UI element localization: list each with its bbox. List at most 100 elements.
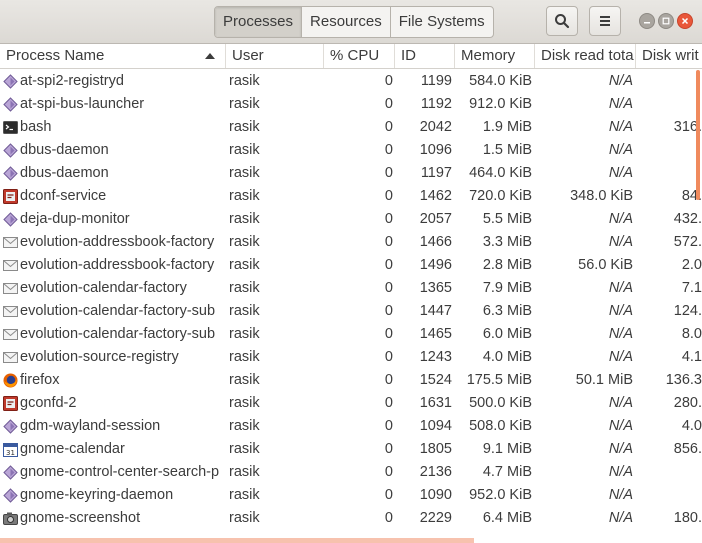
process-disk-write — [638, 139, 702, 162]
menu-button[interactable] — [589, 6, 621, 36]
tab-processes[interactable]: Processes — [215, 7, 302, 37]
process-cpu: 0 — [384, 303, 393, 319]
process-user: rasik — [229, 119, 260, 135]
process-user: rasik — [229, 280, 260, 296]
tab-file-systems[interactable]: File Systems — [389, 7, 493, 37]
process-name: evolution-calendar-factory-sub — [20, 303, 216, 319]
process-id: 2136 — [419, 464, 452, 480]
process-id: 2057 — [419, 211, 452, 227]
process-memory: 720.0 KiB — [469, 188, 532, 204]
diamond-app-icon — [3, 143, 18, 158]
process-user: rasik — [229, 257, 260, 273]
process-user: rasik — [229, 372, 260, 388]
process-cpu: 0 — [384, 165, 393, 181]
diamond-app-icon — [3, 212, 18, 227]
process-disk-write — [638, 93, 702, 116]
process-row[interactable]: deja-dup-monitor rasik 0 2057 5.5 MiB N/A 432. — [0, 208, 702, 231]
firefox-icon — [3, 373, 18, 388]
process-disk-write: 180. — [673, 510, 702, 526]
process-name: firefox — [20, 372, 60, 388]
process-row[interactable]: bash rasik 0 2042 1.9 MiB N/A 316. — [0, 116, 702, 139]
process-row[interactable]: evolution-addressbook-factory rasik 0 1496 2… — [0, 254, 702, 277]
process-user: rasik — [229, 510, 260, 526]
process-row[interactable]: at-spi-bus-launcher rasik 0 1192 912.0 KiB N/… — [0, 93, 702, 116]
process-memory: 6.0 MiB — [482, 326, 532, 342]
process-row[interactable]: gconfd-2 rasik 0 1631 500.0 KiB N/A 280. — [0, 392, 702, 415]
process-row[interactable]: firefox rasik 0 1524 175.5 MiB 50.1 MiB 136.3 — [0, 369, 702, 392]
process-disk-read: 348.0 KiB — [570, 188, 633, 204]
process-name: gnome-calendar — [20, 441, 125, 457]
process-row[interactable]: gnome-screenshot rasik 0 2229 6.4 MiB N/A 180. — [0, 507, 702, 530]
search-button[interactable] — [546, 6, 578, 36]
process-memory: 464.0 KiB — [469, 165, 532, 181]
diamond-app-icon — [3, 488, 18, 503]
process-id: 1805 — [419, 441, 452, 457]
column-disk-read[interactable]: Disk read tota — [535, 44, 636, 68]
process-disk-read: 50.1 MiB — [575, 372, 633, 388]
process-disk-write: 4.0 — [681, 418, 702, 434]
process-row[interactable]: dbus-daemon rasik 0 1096 1.5 MiB N/A — [0, 139, 702, 162]
column-id[interactable]: ID — [395, 44, 455, 68]
process-row[interactable]: evolution-calendar-factory rasik 0 1365 7.9 … — [0, 277, 702, 300]
column-id-label: ID — [401, 47, 416, 64]
process-cpu: 0 — [384, 464, 393, 480]
minimize-button[interactable] — [639, 13, 655, 29]
process-user: rasik — [229, 418, 260, 434]
column-disk-write[interactable]: Disk writ — [636, 44, 702, 68]
process-name: evolution-calendar-factory — [20, 280, 187, 296]
process-memory: 1.5 MiB — [482, 142, 532, 158]
process-id: 1197 — [420, 165, 452, 181]
process-row[interactable]: gdm-wayland-session rasik 0 1094 508.0 KiB N/… — [0, 415, 702, 438]
process-id: 1192 — [420, 96, 452, 112]
process-row[interactable]: evolution-addressbook-factory rasik 0 1466 3… — [0, 231, 702, 254]
close-icon — [681, 17, 689, 25]
process-cpu: 0 — [384, 418, 393, 434]
column-process-name-label: Process Name — [6, 47, 105, 64]
process-row[interactable]: 31 gnome-calendar rasik 0 1805 9.1 MiB N/A 856. — [0, 438, 702, 461]
tab-resources[interactable]: Resources — [301, 7, 390, 37]
process-memory: 2.8 MiB — [482, 257, 532, 273]
close-button[interactable] — [677, 13, 693, 29]
process-cpu: 0 — [384, 142, 393, 158]
process-id: 1447 — [419, 303, 452, 319]
process-row[interactable]: evolution-calendar-factory-sub rasik 0 1465… — [0, 323, 702, 346]
column-user[interactable]: User — [226, 44, 324, 68]
process-row[interactable]: gnome-control-center-search-p rasik 0 2136 4… — [0, 461, 702, 484]
process-memory: 4.0 MiB — [482, 349, 532, 365]
process-id: 2229 — [419, 510, 452, 526]
process-name: evolution-addressbook-factory — [20, 234, 215, 250]
process-user: rasik — [229, 487, 260, 503]
process-memory: 508.0 KiB — [469, 418, 532, 434]
process-cpu: 0 — [384, 326, 393, 342]
process-row[interactable]: gnome-keyring-daemon rasik 0 1090 952.0 KiB N… — [0, 484, 702, 507]
process-name: gnome-control-center-search-p — [20, 464, 220, 480]
column-disk-write-label: Disk writ — [642, 47, 699, 64]
column-cpu[interactable]: % CPU — [324, 44, 395, 68]
process-id: 1365 — [419, 280, 452, 296]
process-name: gdm-wayland-session — [20, 418, 161, 434]
process-row[interactable]: evolution-calendar-factory-sub rasik 0 1447… — [0, 300, 702, 323]
process-name: at-spi-bus-launcher — [20, 96, 145, 112]
process-memory: 584.0 KiB — [469, 73, 532, 89]
process-disk-write: 4.1 — [681, 349, 702, 365]
process-cpu: 0 — [384, 211, 393, 227]
column-user-label: User — [232, 47, 264, 64]
process-row[interactable]: evolution-source-registry rasik 0 1243 4.0 M… — [0, 346, 702, 369]
column-process-name[interactable]: Process Name — [0, 44, 226, 68]
process-disk-read: N/A — [608, 326, 633, 342]
process-memory: 9.1 MiB — [482, 441, 532, 457]
hamburger-menu-icon — [600, 16, 610, 26]
process-cpu: 0 — [384, 441, 393, 457]
sort-ascending-icon — [205, 53, 215, 59]
process-row[interactable]: dbus-daemon rasik 0 1197 464.0 KiB N/A — [0, 162, 702, 185]
process-memory: 6.3 MiB — [482, 303, 532, 319]
column-memory[interactable]: Memory — [455, 44, 535, 68]
vertical-scrollbar[interactable] — [696, 70, 700, 200]
process-row[interactable]: at-spi2-registryd rasik 0 1199 584.0 KiB N/A — [0, 70, 702, 93]
process-cpu: 0 — [384, 280, 393, 296]
minimize-icon — [644, 22, 650, 24]
process-disk-read: N/A — [608, 280, 633, 296]
header-bar: Processes Resources File Systems — [0, 0, 702, 44]
process-row[interactable]: dconf-service rasik 0 1462 720.0 KiB 348.0 Ki… — [0, 185, 702, 208]
maximize-button[interactable] — [658, 13, 674, 29]
